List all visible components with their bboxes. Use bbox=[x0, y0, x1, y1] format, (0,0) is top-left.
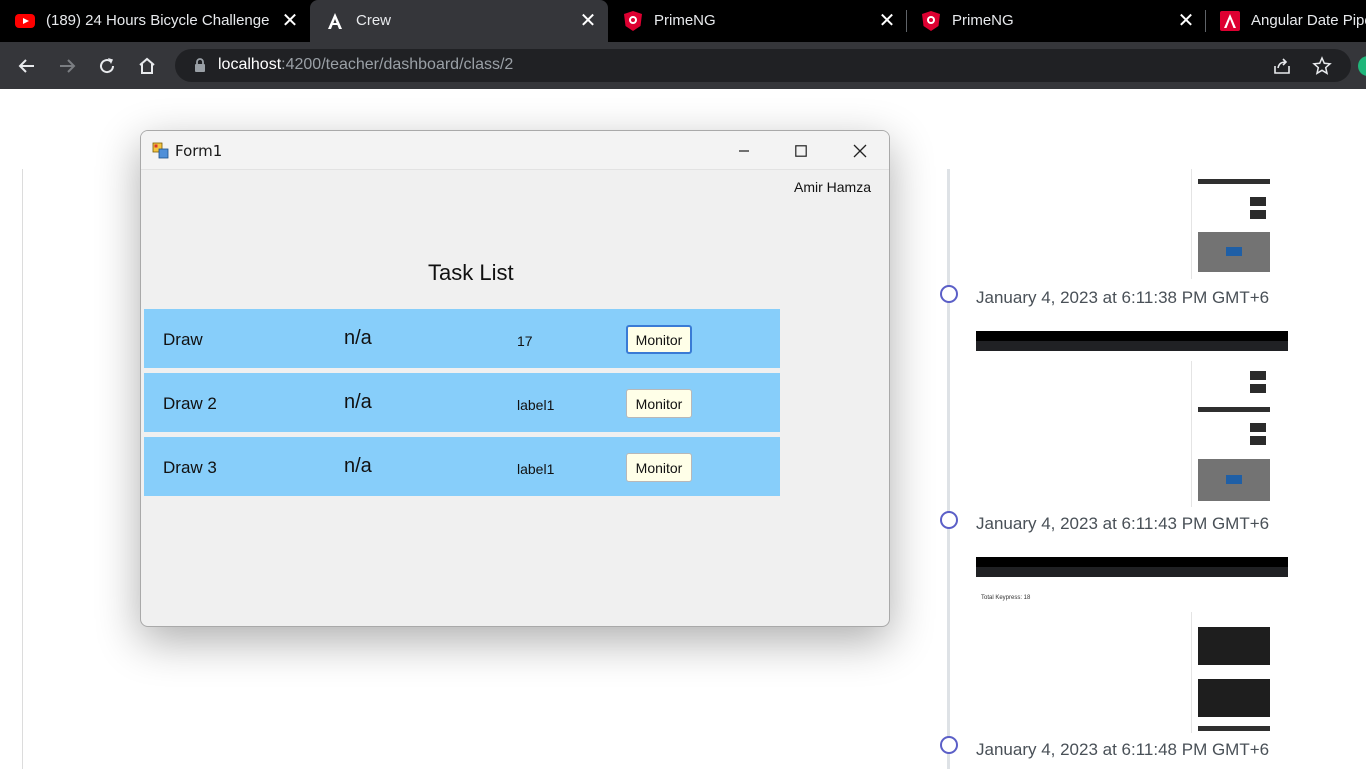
window-title: Form1 bbox=[175, 142, 223, 160]
thumb-timeline bbox=[1191, 612, 1192, 733]
thumb-keypress-text: Total Keypress: 18 bbox=[981, 595, 1031, 601]
screenshot-thumbnail-1[interactable] bbox=[976, 169, 1288, 279]
url-text: localhost:4200/teacher/dashboard/class/2 bbox=[218, 56, 513, 74]
thumb-image bbox=[1198, 679, 1270, 717]
content-border bbox=[22, 169, 23, 769]
tab-primeng-1[interactable]: PrimeNG ✕ bbox=[608, 0, 906, 42]
close-icon[interactable]: ✕ bbox=[877, 10, 897, 30]
maximize-icon bbox=[795, 144, 807, 157]
tab-label: Crew bbox=[356, 12, 392, 29]
minimize-icon bbox=[739, 149, 749, 152]
thumb-block bbox=[1250, 197, 1266, 206]
close-icon[interactable]: ✕ bbox=[280, 10, 300, 30]
home-icon bbox=[139, 57, 155, 74]
task-count: 17 bbox=[517, 333, 533, 349]
back-button[interactable] bbox=[14, 53, 40, 79]
primeng-shield-icon bbox=[623, 11, 643, 31]
thumb-block bbox=[1226, 247, 1242, 256]
angular-icon bbox=[325, 11, 345, 31]
thumb-block bbox=[1250, 423, 1266, 432]
thumb-bar bbox=[1198, 179, 1270, 184]
close-icon[interactable]: ✕ bbox=[1176, 10, 1196, 30]
timeline-timestamp: January 4, 2023 at 6:11:48 PM GMT+6 bbox=[976, 740, 1270, 759]
thumb-bar bbox=[1198, 407, 1270, 412]
thumb-image bbox=[1198, 627, 1270, 665]
tab-crew[interactable]: Crew ✕ bbox=[310, 0, 608, 42]
thumb-block bbox=[1250, 436, 1266, 445]
monitor-button[interactable]: Monitor bbox=[626, 389, 692, 418]
browser-tab-bar: (189) 24 Hours Bicycle Challenge ✕ Crew … bbox=[0, 0, 1366, 42]
task-row: Draw n/a 17 Monitor bbox=[144, 309, 780, 368]
timeline-timestamp: January 4, 2023 at 6:11:38 PM GMT+6 bbox=[976, 288, 1270, 307]
tab-label: PrimeNG bbox=[654, 12, 716, 29]
timeline-marker bbox=[940, 511, 958, 529]
reload-icon bbox=[100, 58, 115, 74]
maximize-button[interactable] bbox=[778, 131, 824, 170]
browser-toolbar: localhost:4200/teacher/dashboard/class/2 bbox=[0, 42, 1366, 89]
bookmark-button[interactable] bbox=[1311, 55, 1333, 77]
user-name-label: Amir Hamza bbox=[794, 179, 872, 195]
task-name: Draw 2 bbox=[163, 394, 217, 413]
back-arrow-icon bbox=[18, 59, 34, 73]
thumb-bar bbox=[1198, 726, 1270, 731]
url-path: :4200/teacher/dashboard/class/2 bbox=[281, 56, 514, 73]
primeng-shield-icon bbox=[921, 11, 941, 31]
tab-label: Angular Date Pipe bbox=[1251, 12, 1366, 29]
share-button[interactable] bbox=[1271, 55, 1293, 77]
thumb-timeline bbox=[1191, 361, 1192, 507]
thumb-timeline bbox=[1191, 169, 1192, 279]
thumb-block bbox=[1250, 384, 1266, 393]
timeline-timestamp: January 4, 2023 at 6:11:43 PM GMT+6 bbox=[976, 514, 1270, 533]
home-button[interactable] bbox=[134, 53, 160, 79]
minimize-button[interactable] bbox=[721, 131, 767, 170]
screenshot-thumbnail-3[interactable]: Total Keypress: 18 bbox=[976, 557, 1288, 733]
timeline-marker bbox=[940, 285, 958, 303]
task-status: n/a bbox=[344, 391, 372, 413]
thumb-browser-bar bbox=[976, 557, 1288, 577]
youtube-icon bbox=[15, 11, 35, 31]
address-bar[interactable]: localhost:4200/teacher/dashboard/class/2 bbox=[175, 49, 1351, 82]
form1-window: Form1 Amir Hamza Task List Draw n/a 17 M… bbox=[140, 130, 890, 627]
task-status: n/a bbox=[344, 327, 372, 349]
tab-youtube[interactable]: (189) 24 Hours Bicycle Challenge ✕ bbox=[0, 0, 310, 42]
thumb-block bbox=[1250, 210, 1266, 219]
monitor-button[interactable]: Monitor bbox=[626, 325, 692, 354]
timeline-marker bbox=[940, 736, 958, 754]
thumb-block bbox=[1250, 371, 1266, 380]
angular-red-icon bbox=[1220, 11, 1240, 31]
tab-label: (189) 24 Hours Bicycle Challenge bbox=[46, 12, 270, 29]
screenshot-thumbnail-2[interactable] bbox=[976, 331, 1288, 507]
star-icon bbox=[1312, 56, 1332, 75]
timeline-line bbox=[947, 169, 950, 769]
task-row: Draw 2 n/a label1 Monitor bbox=[144, 373, 780, 432]
forward-button[interactable] bbox=[54, 53, 80, 79]
task-status: n/a bbox=[344, 455, 372, 477]
task-count: label1 bbox=[517, 461, 555, 477]
extension-icon[interactable] bbox=[1358, 56, 1366, 76]
reload-button[interactable] bbox=[94, 53, 120, 79]
forward-arrow-icon bbox=[60, 59, 76, 73]
tab-label: PrimeNG bbox=[952, 12, 1014, 29]
close-window-button[interactable] bbox=[837, 131, 883, 170]
lock-icon bbox=[195, 58, 205, 72]
task-list-heading: Task List bbox=[428, 260, 514, 285]
close-icon bbox=[853, 144, 867, 157]
tab-primeng-2[interactable]: PrimeNG ✕ bbox=[906, 0, 1204, 42]
share-icon bbox=[1274, 58, 1290, 74]
tab-angular-date-pipe[interactable]: Angular Date Pipe bbox=[1205, 0, 1366, 42]
monitor-button[interactable]: Monitor bbox=[626, 453, 692, 482]
task-row: Draw 3 n/a label1 Monitor bbox=[144, 437, 780, 496]
app-icon bbox=[152, 142, 169, 159]
thumb-block bbox=[1226, 475, 1242, 484]
task-name: Draw bbox=[163, 330, 203, 349]
close-icon[interactable]: ✕ bbox=[578, 10, 598, 30]
task-count: label1 bbox=[517, 397, 555, 413]
url-host: localhost bbox=[218, 56, 282, 73]
thumb-browser-bar bbox=[976, 331, 1288, 351]
task-name: Draw 3 bbox=[163, 458, 217, 477]
window-titlebar[interactable]: Form1 bbox=[141, 131, 889, 170]
